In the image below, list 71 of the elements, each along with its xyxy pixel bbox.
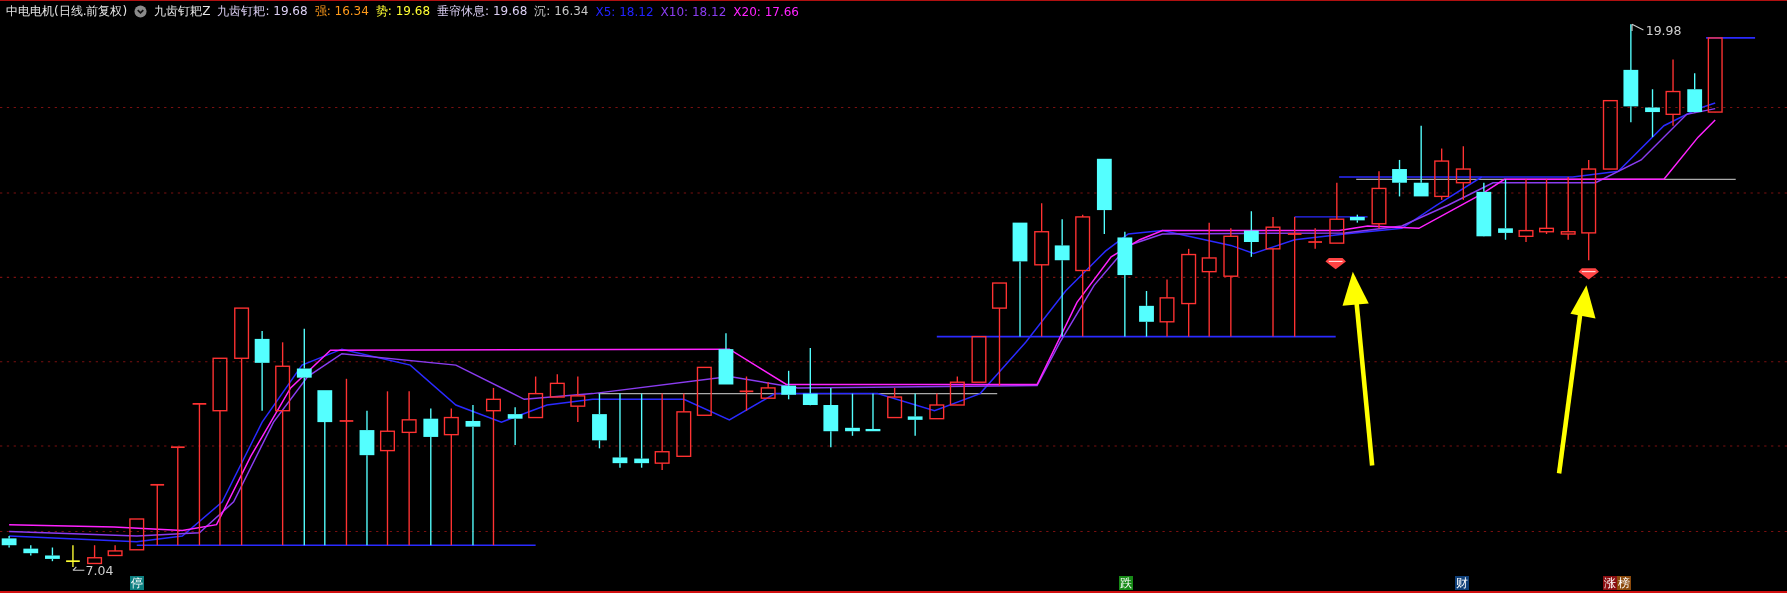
candlestick xyxy=(129,518,145,551)
candlestick xyxy=(87,544,103,565)
candlestick xyxy=(781,370,797,400)
event-tag[interactable]: 跌 xyxy=(1119,576,1133,590)
indicator-value: X20: 17.66 xyxy=(733,4,799,19)
candlestick xyxy=(1307,227,1323,250)
gem-icon xyxy=(1578,268,1599,280)
candlestick xyxy=(823,387,839,448)
candlestick xyxy=(23,544,39,557)
candlestick xyxy=(1139,290,1154,338)
candlestick xyxy=(887,387,903,419)
candlestick xyxy=(45,546,60,562)
candlestick xyxy=(1349,213,1365,224)
candlestick xyxy=(738,375,755,412)
candlestick xyxy=(528,375,544,419)
event-tag[interactable]: 停 xyxy=(130,576,144,590)
candlestick xyxy=(718,332,734,386)
arrow-icon xyxy=(1342,271,1375,466)
indicator-value: 沉: 16.34 xyxy=(534,3,589,20)
indicator-value: 垂帘休息: 19.68 xyxy=(437,3,528,20)
candlestick xyxy=(1,535,17,549)
candlestick xyxy=(549,373,565,398)
candlestick xyxy=(1645,88,1660,138)
low-price-label: 7.04 xyxy=(85,562,114,576)
candlestick xyxy=(1455,145,1471,201)
candlestick xyxy=(1539,178,1555,235)
indicator-value: X10: 18.12 xyxy=(660,4,727,19)
candlestick xyxy=(949,375,965,406)
indicator-name: 九齿钉耙Z xyxy=(154,3,211,20)
candlestick xyxy=(1476,182,1492,238)
high-price-label: 19.98 xyxy=(1645,22,1682,38)
candlestick xyxy=(845,392,860,437)
candlestick xyxy=(507,406,523,446)
event-tag[interactable]: 涨 xyxy=(1603,576,1617,590)
candlestick xyxy=(1159,278,1175,338)
candlestick xyxy=(149,483,165,546)
candlestick xyxy=(676,392,692,458)
candlestick xyxy=(1518,178,1534,243)
candlestick xyxy=(1371,170,1387,229)
candlestick xyxy=(907,392,923,437)
candlestick xyxy=(865,392,881,433)
dropdown-icon[interactable] xyxy=(134,5,148,18)
candlestick xyxy=(1560,176,1576,241)
gem-icon xyxy=(1325,257,1346,270)
candlestick xyxy=(1392,159,1407,198)
candlestick xyxy=(802,347,818,406)
candlestick xyxy=(929,392,945,420)
candlestick xyxy=(1434,147,1450,201)
candlestick xyxy=(1687,72,1703,113)
indicator-value: 九齿钉耙: 19.68 xyxy=(217,3,308,20)
indicator-value: 势: 19.68 xyxy=(375,3,431,20)
event-tag[interactable]: 财 xyxy=(1455,576,1469,590)
candlestick xyxy=(1498,178,1513,241)
candlestick xyxy=(971,335,987,383)
candlestick xyxy=(592,392,607,449)
indicator-value: X5: 18.12 xyxy=(595,4,654,19)
candlestick xyxy=(1602,99,1618,170)
arrow-icon xyxy=(1556,285,1596,474)
candlestick xyxy=(1329,182,1345,244)
candlestick xyxy=(1243,210,1259,258)
candlestick xyxy=(696,366,712,417)
candlestick xyxy=(65,544,81,568)
high-marker-icon xyxy=(1631,23,1644,32)
candlestick xyxy=(760,381,776,399)
candlestick xyxy=(107,544,123,557)
indicator-value: 强: 16.34 xyxy=(314,3,369,20)
event-tag[interactable]: 榜 xyxy=(1617,576,1631,590)
low-marker-icon xyxy=(72,566,85,571)
candlestick xyxy=(570,375,586,423)
stock-title: 中电电机(日线.前复权) xyxy=(6,3,128,20)
candlestick xyxy=(1665,58,1681,127)
